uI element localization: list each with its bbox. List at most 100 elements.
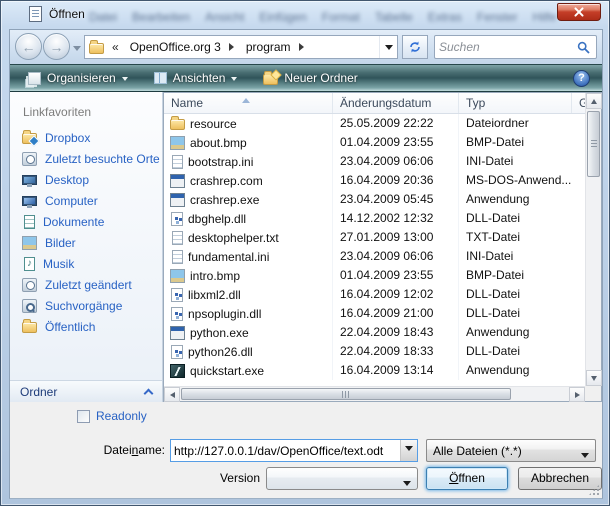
breadcrumb-separator-icon	[299, 43, 308, 51]
text-icon	[172, 250, 183, 264]
column-header[interactable]: Typ	[459, 93, 572, 113]
organize-button[interactable]: Organisieren	[20, 68, 136, 88]
scroll-up-button[interactable]	[586, 93, 602, 109]
sidebar-item-label: Computer	[45, 194, 98, 208]
dll-icon	[171, 307, 183, 321]
file-name: desktophelper.txt	[188, 231, 279, 245]
column-header[interactable]: Änderungsdatum	[333, 93, 459, 113]
scroll-left-button[interactable]	[164, 387, 180, 402]
cancel-button[interactable]: Abbrechen	[518, 467, 602, 490]
scroll-down-button[interactable]	[586, 370, 602, 386]
file-type: Anwendung	[459, 323, 585, 342]
vertical-scrollbar[interactable]	[585, 93, 601, 386]
file-row[interactable]: dbghelp.dll 14.12.2002 12:32 DLL-Datei	[164, 209, 585, 228]
file-row[interactable]: bootstrap.ini 23.04.2009 06:06 INI-Datei	[164, 152, 585, 171]
version-select[interactable]	[266, 467, 418, 490]
help-button[interactable]: ?	[573, 70, 590, 87]
address-dropdown-button[interactable]	[379, 36, 397, 58]
dll-icon	[171, 212, 183, 226]
help-icon: ?	[578, 72, 585, 84]
file-row[interactable]: fundamental.ini 23.04.2009 06:06 INI-Dat…	[164, 247, 585, 266]
file-name: crashrep.exe	[190, 193, 259, 207]
sidebar-item[interactable]: Computer	[10, 190, 162, 211]
horizontal-scrollbar[interactable]	[164, 386, 585, 401]
file-type-select[interactable]: Alle Dateien (*.*)	[426, 439, 596, 462]
close-button[interactable]	[557, 3, 601, 21]
background-menu-item: Fenster	[477, 10, 518, 24]
forward-button[interactable]: →	[43, 33, 70, 60]
triangle-right-icon	[575, 392, 583, 398]
history-dropdown-icon[interactable]	[73, 46, 81, 55]
file-type: TXT-Datei	[459, 228, 585, 247]
triangle-down-icon	[591, 376, 597, 384]
titlebar[interactable]: DateiBearbeitenAnsichtEinfügenFormatTabe…	[1, 1, 610, 29]
dialog-content: ← → « OpenOffice.org 3 program	[9, 29, 603, 499]
sidebar-item[interactable]: Dokumente	[10, 211, 162, 232]
readonly-option[interactable]: Readonly	[77, 409, 147, 423]
sidebar-item[interactable]: Musik	[10, 253, 162, 274]
search-input[interactable]	[437, 38, 571, 56]
horizontal-scroll-thumb[interactable]	[181, 388, 511, 400]
folders-expander[interactable]: Ordner	[10, 380, 162, 402]
file-row[interactable]: resource 25.05.2009 22:22 Dateiordner	[164, 114, 585, 133]
file-row[interactable]: libxml2.dll 16.04.2009 12:02 DLL-Datei	[164, 285, 585, 304]
address-breadcrumb[interactable]: « OpenOffice.org 3 program	[84, 35, 398, 59]
file-row[interactable]: python.exe 22.04.2009 18:43 Anwendung	[164, 323, 585, 342]
file-name: dbghelp.dll	[188, 212, 246, 226]
sidebar-item-label: Dokumente	[43, 215, 104, 229]
background-menu-item: Einfügen	[259, 10, 306, 24]
file-name-cell: dbghelp.dll	[164, 209, 333, 228]
navigation-bar: ← → « OpenOffice.org 3 program	[10, 30, 602, 64]
file-row[interactable]: quickstart.exe 16.04.2009 13:14 Anwendun…	[164, 361, 585, 380]
back-button[interactable]: ←	[15, 33, 42, 60]
readonly-checkbox[interactable]	[77, 410, 90, 423]
filename-dropdown-button[interactable]	[400, 440, 417, 461]
file-list: NameÄnderungsdatumTypG resource 25.05.20…	[163, 92, 602, 402]
scroll-right-button[interactable]	[569, 387, 585, 402]
file-type: BMP-Datei	[459, 266, 585, 285]
sidebar-item[interactable]: Zuletzt besuchte Orte	[10, 148, 162, 169]
breadcrumb-segment-program[interactable]: program	[239, 36, 298, 58]
file-name-cell: python26.dll	[164, 342, 333, 361]
file-row[interactable]: crashrep.exe 23.04.2009 05:45 Anwendung	[164, 190, 585, 209]
sidebar-item[interactable]: Öffentlich	[10, 316, 162, 337]
folder-icon	[170, 119, 185, 130]
documents-icon	[24, 215, 35, 229]
scrollbar-corner	[585, 386, 601, 401]
sidebar-item[interactable]: Desktop	[10, 169, 162, 190]
file-row[interactable]: python26.dll 22.04.2009 18:33 DLL-Datei	[164, 342, 585, 361]
file-row[interactable]: desktophelper.txt 27.01.2009 13:00 TXT-D…	[164, 228, 585, 247]
sidebar-item[interactable]: Suchvorgänge	[10, 295, 162, 316]
sidebar-item[interactable]: Zuletzt geändert	[10, 274, 162, 295]
file-type: Anwendung	[459, 361, 585, 380]
file-date: 16.04.2009 21:00	[333, 304, 459, 323]
file-row[interactable]: about.bmp 01.04.2009 23:55 BMP-Datei	[164, 133, 585, 152]
open-button[interactable]: Öffnen	[426, 467, 508, 490]
vertical-scroll-thumb[interactable]	[587, 111, 600, 177]
new-folder-button[interactable]: Neuer Ordner	[255, 68, 365, 88]
file-name: crashrep.com	[190, 174, 263, 188]
filename-input[interactable]	[171, 440, 400, 461]
dialog-icon	[29, 6, 42, 22]
favorites-sidebar: Linkfavoriten Dropbox Zuletzt besuchte O…	[10, 92, 163, 402]
breadcrumb-segment-openoffice[interactable]: OpenOffice.org 3	[123, 36, 228, 58]
sidebar-item[interactable]: Dropbox	[10, 127, 162, 148]
file-row[interactable]: npsoplugin.dll 16.04.2009 21:00 DLL-Date…	[164, 304, 585, 323]
breadcrumb-separator-icon	[229, 43, 238, 51]
refresh-button[interactable]	[402, 35, 428, 59]
folders-label: Ordner	[20, 385, 57, 399]
background-menu-item: Bearbeiten	[132, 10, 190, 24]
desktop-icon	[22, 175, 37, 185]
app-icon	[170, 326, 185, 340]
file-row[interactable]: intro.bmp 01.04.2009 23:55 BMP-Datei	[164, 266, 585, 285]
file-name-cell: resource	[164, 114, 333, 133]
chevron-down-icon	[405, 446, 413, 455]
music-icon	[24, 257, 35, 271]
views-button[interactable]: Ansichten	[146, 68, 246, 88]
file-type: Anwendung	[459, 190, 585, 209]
breadcrumb-overflow[interactable]: «	[112, 40, 119, 54]
file-row[interactable]: crashrep.com 16.04.2009 20:36 MS-DOS-Anw…	[164, 171, 585, 190]
sidebar-item[interactable]: Bilder	[10, 232, 162, 253]
file-type-value: Alle Dateien (*.*)	[433, 444, 522, 458]
background-menu-item: Extras	[428, 10, 462, 24]
